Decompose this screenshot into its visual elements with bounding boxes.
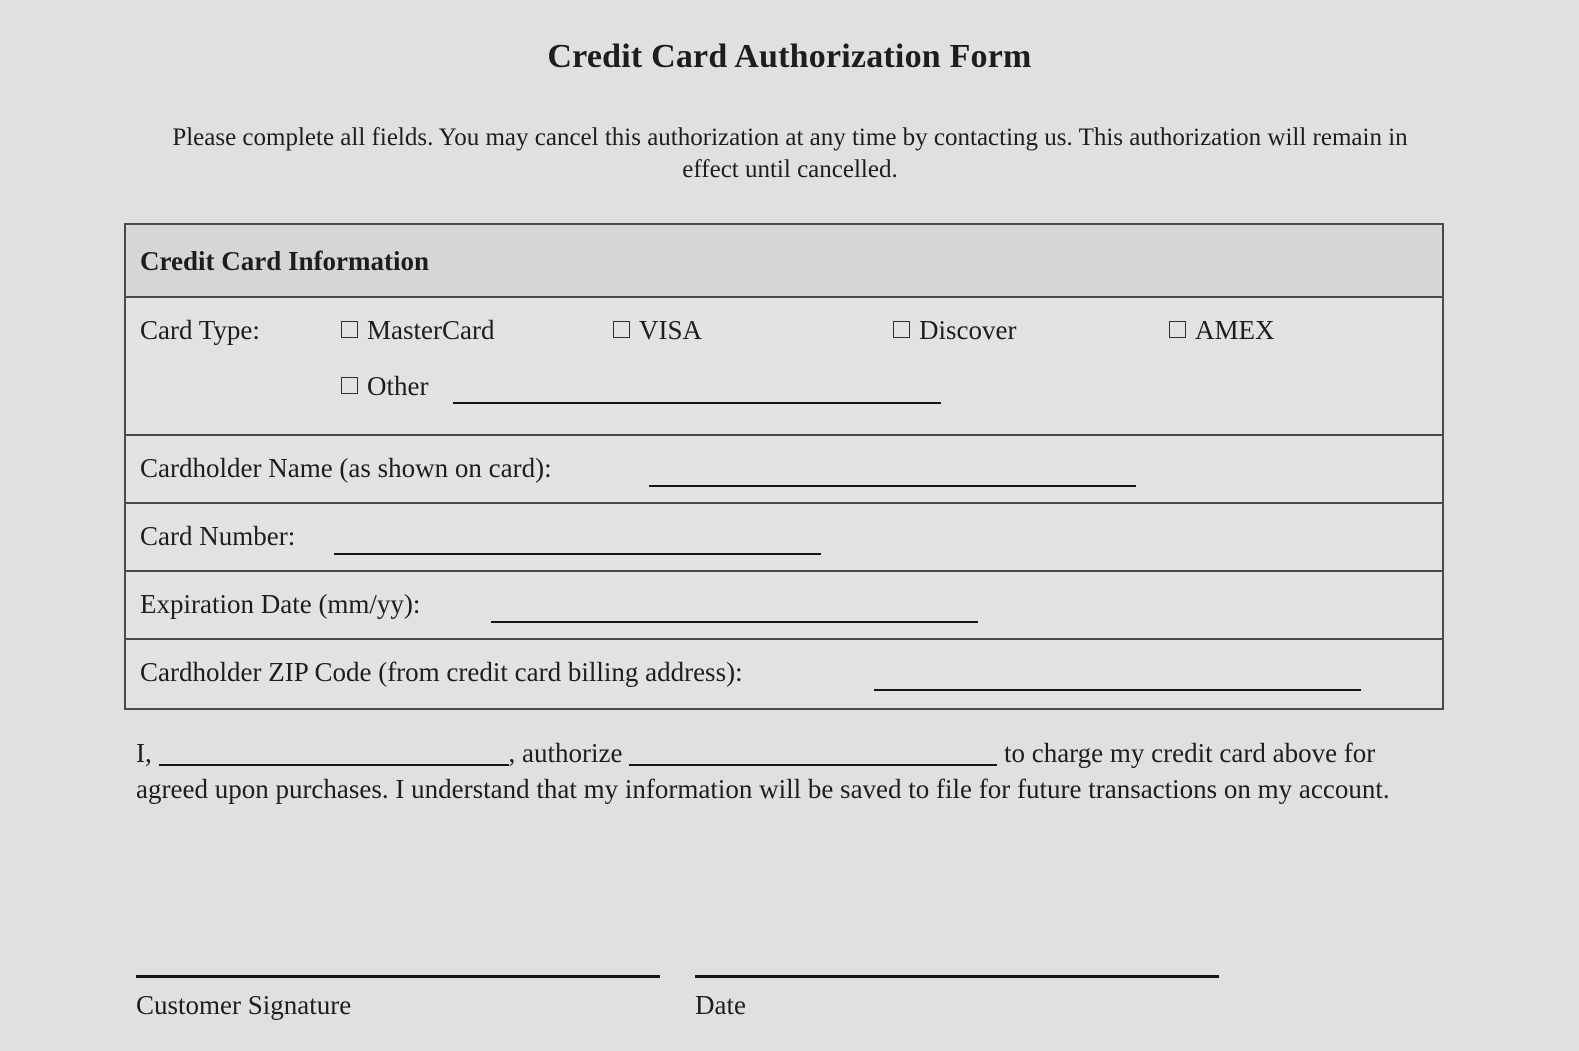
card-number-row: Card Number: <box>126 504 1442 572</box>
card-type-label: Card Type: <box>140 315 260 345</box>
authorization-middle: , authorize <box>508 738 623 768</box>
cardholder-zip-label: Cardholder ZIP Code (from credit card bi… <box>140 657 743 687</box>
expiration-date-row: Expiration Date (mm/yy): <box>126 572 1442 640</box>
date-label: Date <box>695 990 746 1020</box>
intro-paragraph: Please complete all fields. You may canc… <box>172 124 1408 183</box>
customer-signature-line[interactable] <box>136 975 660 978</box>
card-type-option-label: Discover <box>919 315 1017 345</box>
card-type-line-other: Other <box>140 371 1456 411</box>
authorization-tail: to charge my credit card above for agree… <box>136 738 1390 804</box>
checkbox-icon-mastercard[interactable] <box>341 321 358 338</box>
table-section-header: Credit Card Information <box>126 225 1442 298</box>
form-page: Credit Card Authorization Form Please co… <box>0 0 1579 1051</box>
customer-signature-field[interactable]: Customer Signature <box>136 975 660 1022</box>
authorization-merchant-input[interactable] <box>629 764 998 766</box>
card-type-row: Card Type: MasterCard VISA Discover AMEX… <box>126 298 1442 436</box>
checkbox-icon-visa[interactable] <box>613 321 630 338</box>
date-field[interactable]: Date <box>695 975 1219 1022</box>
checkbox-icon-other[interactable] <box>341 377 358 394</box>
checkbox-icon-discover[interactable] <box>893 321 910 338</box>
card-type-option-amex[interactable]: AMEX <box>1169 315 1275 346</box>
authorization-lead: I, <box>136 738 152 768</box>
card-type-option-visa[interactable]: VISA <box>613 315 702 346</box>
card-type-option-label: Other <box>367 371 429 401</box>
expiration-date-label: Expiration Date (mm/yy): <box>140 589 421 619</box>
card-type-option-label: VISA <box>639 315 703 345</box>
card-number-input[interactable] <box>334 553 821 555</box>
card-type-line-primary: Card Type: MasterCard VISA Discover AMEX <box>140 315 1456 355</box>
card-number-label: Card Number: <box>140 521 296 551</box>
customer-signature-label: Customer Signature <box>136 990 352 1020</box>
cardholder-zip-input[interactable] <box>874 689 1361 691</box>
expiration-date-input[interactable] <box>491 621 978 623</box>
cardholder-name-input[interactable] <box>649 485 1136 487</box>
card-type-option-other[interactable]: Other <box>341 371 428 402</box>
signature-block: Customer Signature Date <box>136 975 1426 1045</box>
card-type-other-input[interactable] <box>453 402 941 404</box>
card-type-option-mastercard[interactable]: MasterCard <box>341 315 494 346</box>
cardholder-name-row: Cardholder Name (as shown on card): <box>126 436 1442 504</box>
credit-card-information-table: Credit Card Information Card Type: Maste… <box>124 223 1444 710</box>
date-line[interactable] <box>695 975 1219 978</box>
card-type-option-discover[interactable]: Discover <box>893 315 1016 346</box>
cardholder-zip-row: Cardholder ZIP Code (from credit card bi… <box>126 640 1442 708</box>
card-type-option-label: MasterCard <box>367 315 495 345</box>
cardholder-name-label: Cardholder Name (as shown on card): <box>140 453 552 483</box>
authorization-paragraph: I, , authorize to charge my credit card … <box>136 735 1436 807</box>
page-title: Credit Card Authorization Form <box>547 38 1032 75</box>
checkbox-icon-amex[interactable] <box>1169 321 1186 338</box>
card-type-option-label: AMEX <box>1195 315 1275 345</box>
authorization-name-input[interactable] <box>158 764 509 766</box>
